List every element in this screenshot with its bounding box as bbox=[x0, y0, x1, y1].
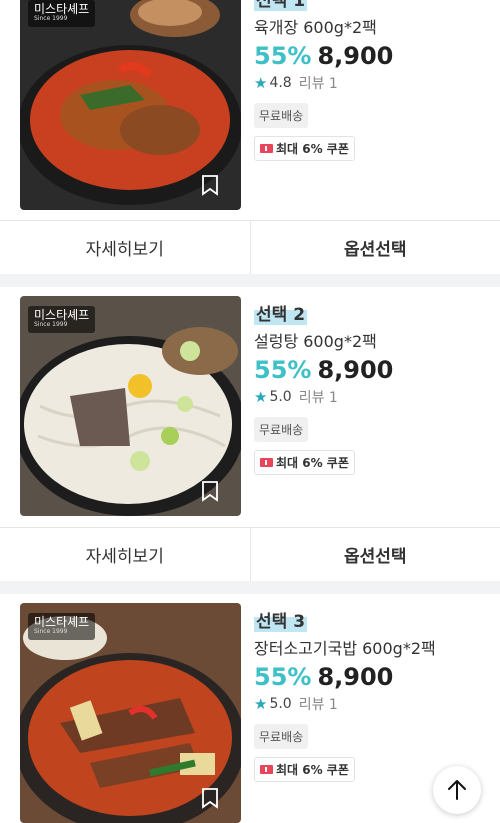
product-info: 선택 1 육개장 600g*2팩 55% 8,900 ★ 4.8 리뷰 1 무료배… bbox=[254, 0, 494, 161]
coupon-ticket-icon bbox=[260, 458, 273, 467]
detail-button[interactable]: 자세히보기 bbox=[0, 221, 250, 274]
product-card-2: 미스타셰프 Since 1999 선택 2 설렁탕 600g*2팩 55% 8,9… bbox=[0, 287, 500, 581]
bookmark-icon[interactable] bbox=[199, 480, 221, 502]
price-line: 55% 8,900 bbox=[254, 42, 494, 70]
star-icon: ★ bbox=[254, 74, 268, 92]
action-bar: 자세히보기 옵션선택 bbox=[0, 220, 500, 274]
coupon-label: 최대 6% 쿠폰 bbox=[276, 142, 349, 156]
bookmark-icon[interactable] bbox=[199, 174, 221, 196]
rating-score: 5.0 bbox=[269, 389, 292, 405]
product-info: 선택 2 설렁탕 600g*2팩 55% 8,900 ★ 5.0 리뷰 1 무료배… bbox=[254, 300, 494, 475]
rating: ★ 5.0 리뷰 1 bbox=[254, 694, 494, 714]
coupon-ticket-icon bbox=[260, 144, 273, 153]
free-shipping-badge: 무료배송 bbox=[254, 724, 309, 749]
rating: ★ 4.8 리뷰 1 bbox=[254, 73, 494, 93]
brand-logo: 미스타셰프 Since 1999 bbox=[28, 0, 96, 27]
review-count[interactable]: 리뷰 1 bbox=[299, 694, 338, 714]
price-line: 55% 8,900 bbox=[254, 356, 494, 384]
option-label: 선택 2 bbox=[254, 300, 308, 325]
detail-button[interactable]: 자세히보기 bbox=[0, 528, 250, 581]
select-option-button[interactable]: 옵션선택 bbox=[249, 221, 500, 274]
coupon-label: 최대 6% 쿠폰 bbox=[276, 763, 349, 777]
action-bar: 자세히보기 옵션선택 bbox=[0, 527, 500, 581]
product-card-3: 미스타셰프 Since 1999 선택 3 장터소고기국밥 600g*2팩 55… bbox=[0, 594, 500, 823]
sale-price: 8,900 bbox=[317, 663, 394, 691]
product-image-seolleongtang[interactable]: 미스타셰프 Since 1999 bbox=[20, 296, 241, 516]
review-count[interactable]: 리뷰 1 bbox=[299, 73, 338, 93]
discount-rate: 55% bbox=[254, 42, 312, 70]
product-info: 선택 3 장터소고기국밥 600g*2팩 55% 8,900 ★ 5.0 리뷰 1… bbox=[254, 607, 494, 782]
rating-score: 4.8 bbox=[269, 75, 292, 91]
product-name: 육개장 600g*2팩 bbox=[254, 18, 377, 37]
star-icon: ★ bbox=[254, 388, 268, 406]
free-shipping-badge: 무료배송 bbox=[254, 417, 309, 442]
star-icon: ★ bbox=[254, 695, 268, 713]
price-line: 55% 8,900 bbox=[254, 663, 494, 691]
discount-rate: 55% bbox=[254, 663, 312, 691]
review-count[interactable]: 리뷰 1 bbox=[299, 387, 338, 407]
product-item[interactable]: 미스타셰프 Since 1999 선택 1 육개장 600g*2팩 55% 8,9… bbox=[0, 0, 500, 210]
option-label: 선택 1 bbox=[254, 0, 308, 11]
rating: ★ 5.0 리뷰 1 bbox=[254, 387, 494, 407]
coupon-badge[interactable]: 최대 6% 쿠폰 bbox=[254, 450, 355, 475]
coupon-label: 최대 6% 쿠폰 bbox=[276, 456, 349, 470]
sale-price: 8,900 bbox=[317, 356, 394, 384]
product-name: 설렁탕 600g*2팩 bbox=[254, 332, 377, 351]
brand-logo: 미스타셰프 Since 1999 bbox=[28, 306, 96, 333]
coupon-badge[interactable]: 최대 6% 쿠폰 bbox=[254, 757, 355, 782]
select-option-button[interactable]: 옵션선택 bbox=[249, 528, 500, 581]
arrow-up-icon bbox=[448, 780, 466, 800]
discount-rate: 55% bbox=[254, 356, 312, 384]
product-image-yukgaejang[interactable]: 미스타셰프 Since 1999 bbox=[20, 0, 241, 210]
coupon-ticket-icon bbox=[260, 765, 273, 774]
scroll-to-top-button[interactable] bbox=[433, 766, 481, 814]
product-name: 장터소고기국밥 600g*2팩 bbox=[254, 639, 436, 658]
product-item[interactable]: 미스타셰프 Since 1999 선택 2 설렁탕 600g*2팩 55% 8,9… bbox=[0, 296, 500, 516]
free-shipping-badge: 무료배송 bbox=[254, 103, 309, 128]
sale-price: 8,900 bbox=[317, 42, 394, 70]
brand-logo: 미스타셰프 Since 1999 bbox=[28, 613, 96, 640]
product-card-1: 미스타셰프 Since 1999 선택 1 육개장 600g*2팩 55% 8,9… bbox=[0, 0, 500, 274]
coupon-badge[interactable]: 최대 6% 쿠폰 bbox=[254, 136, 355, 161]
option-label: 선택 3 bbox=[254, 607, 308, 632]
product-item[interactable]: 미스타셰프 Since 1999 선택 3 장터소고기국밥 600g*2팩 55… bbox=[0, 603, 500, 823]
bookmark-icon[interactable] bbox=[199, 787, 221, 809]
product-image-gukbap[interactable]: 미스타셰프 Since 1999 bbox=[20, 603, 241, 823]
rating-score: 5.0 bbox=[269, 696, 292, 712]
